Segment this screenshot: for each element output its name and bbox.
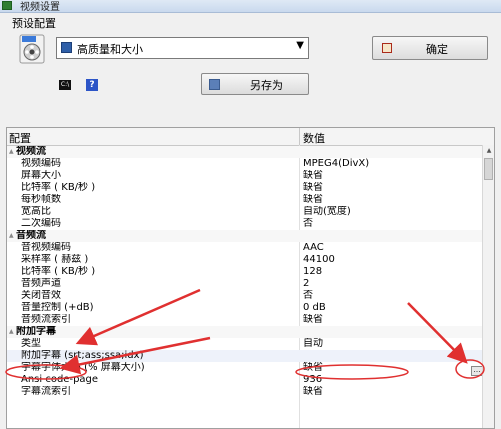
grid-category[interactable]: ▲ 附加字幕: [7, 326, 482, 338]
row-name: 音视频编码: [21, 242, 71, 253]
scroll-thumb[interactable]: [484, 158, 493, 180]
grid-row[interactable]: 比特率 ( KB/秒 ) 缺省: [7, 182, 482, 194]
grid-row[interactable]: 音量控制 (+dB) 0 dB: [7, 302, 482, 314]
preset-select[interactable]: 高质量和大小 ▼: [56, 37, 309, 59]
category-name: 音频流: [16, 230, 46, 241]
row-name: 宽高比: [21, 206, 51, 217]
row-value[interactable]: 缺省: [303, 182, 323, 194]
category-name: 视频流: [16, 146, 46, 157]
ok-button-label: 确定: [426, 43, 448, 56]
grid-row[interactable]: 宽高比 自动(宽度): [7, 206, 482, 218]
row-name: 类型: [21, 338, 41, 349]
grid-row[interactable]: Ansi code-page 936: [7, 374, 482, 386]
row-value[interactable]: 自动: [303, 338, 323, 350]
floppy-disk-icon: [209, 79, 220, 90]
row-value[interactable]: 44100: [303, 254, 335, 266]
row-value[interactable]: 缺省: [303, 386, 323, 398]
row-name: 二次编码: [21, 218, 61, 229]
grid-row[interactable]: 二次编码 否: [7, 218, 482, 230]
grid-row[interactable]: 音频流索引 缺省: [7, 314, 482, 326]
window-title: 视频设置: [20, 2, 60, 13]
row-value[interactable]: AAC: [303, 242, 324, 254]
header-config: 配置: [9, 132, 31, 145]
row-name: Ansi code-page: [21, 374, 99, 385]
row-name: 屏幕大小: [21, 170, 61, 181]
row-value[interactable]: 缺省: [303, 314, 323, 326]
chevron-down-icon[interactable]: ▼: [296, 40, 304, 51]
row-name: 音频声道: [21, 278, 61, 289]
row-value[interactable]: 否: [303, 290, 313, 302]
grid-row[interactable]: 采样率 ( 赫兹 ) 44100: [7, 254, 482, 266]
row-value[interactable]: 0 dB: [303, 302, 326, 314]
row-value[interactable]: 缺省: [303, 362, 323, 374]
grid-row[interactable]: 字幕字体大小 (% 屏幕大小) 缺省: [7, 362, 482, 374]
vertical-scrollbar[interactable]: ▲: [482, 145, 494, 428]
preset-label: 预设配置: [12, 17, 56, 30]
confirm-icon: [382, 43, 392, 53]
row-name: 每秒帧数: [21, 194, 61, 205]
category-name: 附加字幕: [16, 326, 56, 337]
row-name: 视频编码: [21, 158, 61, 169]
row-name: 比特率 ( KB/秒 ): [21, 266, 96, 277]
grid-row[interactable]: 关闭音效 否: [7, 290, 482, 302]
grid-row[interactable]: 字幕流索引 缺省: [7, 386, 482, 398]
app-icon: [2, 1, 12, 10]
title-bar: 视频设置: [0, 0, 501, 13]
row-name: 音量控制 (+dB): [21, 302, 94, 313]
save-as-button[interactable]: 另存为: [201, 73, 309, 95]
collapse-icon[interactable]: ▲: [9, 230, 14, 242]
row-name: 附加字幕 (srt;ass;ssa;idx): [21, 350, 144, 361]
command-prompt-icon[interactable]: C:\: [59, 80, 71, 90]
grid-row[interactable]: 视频编码 MPEG4(DivX): [7, 158, 482, 170]
row-value[interactable]: 936: [303, 374, 322, 386]
collapse-icon[interactable]: ▲: [9, 146, 14, 158]
grid-row[interactable]: 比特率 ( KB/秒 ) 128: [7, 266, 482, 278]
row-value[interactable]: 缺省: [303, 194, 323, 206]
profile-icon: [61, 42, 72, 53]
grid-row[interactable]: 类型 自动: [7, 338, 482, 350]
preset-selected-value: 高质量和大小: [77, 43, 143, 56]
row-name: 比特率 ( KB/秒 ): [21, 182, 96, 193]
header-divider[interactable]: [299, 128, 300, 145]
grid-category[interactable]: ▲ 音频流: [7, 230, 482, 242]
row-value[interactable]: MPEG4(DivX): [303, 158, 369, 170]
row-value[interactable]: 128: [303, 266, 322, 278]
grid-row[interactable]: 音频声道 2: [7, 278, 482, 290]
collapse-icon[interactable]: ▲: [9, 326, 14, 338]
grid-header: 配置 数值: [7, 128, 494, 146]
grid-row[interactable]: 每秒帧数 缺省: [7, 194, 482, 206]
row-name: 关闭音效: [21, 290, 61, 301]
row-name: 音频流索引: [21, 314, 71, 325]
film-reel-icon: [19, 34, 45, 64]
grid-row[interactable]: 屏幕大小 缺省: [7, 170, 482, 182]
row-name: 字幕字体大小 (% 屏幕大小): [21, 362, 145, 373]
property-grid: 配置 数值 ▲ 视频流 视频编码 MPEG4(DivX) 屏幕大小 缺省 比特率…: [6, 127, 495, 429]
row-value[interactable]: 2: [303, 278, 309, 290]
header-value: 数值: [303, 132, 325, 145]
save-as-label: 另存为: [250, 79, 283, 92]
row-value[interactable]: 否: [303, 218, 313, 230]
scroll-up-icon[interactable]: ▲: [483, 145, 494, 157]
row-name: 字幕流索引: [21, 386, 71, 397]
grid-row-subtitle-file[interactable]: 附加字幕 (srt;ass;ssa;idx): [7, 350, 482, 362]
grid-category[interactable]: ▲ 视频流: [7, 146, 482, 158]
help-icon[interactable]: ?: [86, 79, 98, 91]
row-name: 采样率 ( 赫兹 ): [21, 254, 89, 265]
ok-button[interactable]: 确定: [372, 36, 488, 60]
row-value[interactable]: 缺省: [303, 170, 323, 182]
grid-row[interactable]: 音视频编码 AAC: [7, 242, 482, 254]
row-value[interactable]: 自动(宽度): [303, 206, 351, 218]
